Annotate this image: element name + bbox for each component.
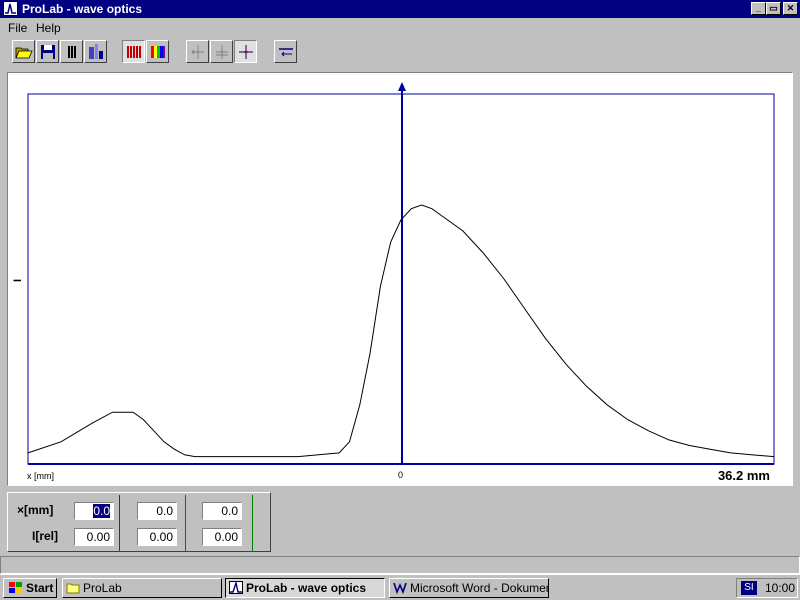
menu-file[interactable]: File bbox=[8, 21, 27, 35]
separator-3 bbox=[252, 495, 253, 551]
prolab-app-icon[interactable] bbox=[3, 1, 18, 16]
task-microsoft-word[interactable]: Microsoft Word - Dokument1 bbox=[389, 578, 549, 598]
task-prolab-folder[interactable]: ProLab bbox=[62, 578, 222, 598]
taskbar: Start ProLab ProLab - wave optics Micros… bbox=[0, 574, 800, 600]
i-value-cursor-3[interactable]: 0.00 bbox=[202, 528, 242, 546]
graph-panel[interactable]: I x [mm] 0 36.2 mm bbox=[7, 72, 793, 486]
restore-button[interactable]: ▭ bbox=[766, 2, 781, 15]
palette-color-button[interactable] bbox=[146, 40, 169, 63]
range-label: 36.2 mm bbox=[718, 468, 770, 483]
zero-label: 0 bbox=[398, 470, 403, 480]
window-title: ProLab - wave optics bbox=[22, 2, 143, 16]
cursor-left-icon bbox=[191, 45, 204, 59]
data-table-button[interactable] bbox=[60, 40, 83, 63]
system-tray: SI 10:00 bbox=[736, 578, 798, 598]
i-value-cursor-1[interactable]: 0.00 bbox=[74, 528, 114, 546]
y-axis-label: I bbox=[12, 279, 24, 282]
x-mm-label: ×[mm] bbox=[17, 503, 54, 517]
color-bars-icon bbox=[127, 46, 141, 58]
palette-mono-button[interactable] bbox=[122, 40, 145, 63]
prolab-icon bbox=[229, 581, 243, 594]
x-value-cursor-3[interactable]: 0.0 bbox=[202, 502, 242, 520]
start-button[interactable]: Start bbox=[3, 578, 57, 598]
y-axis-arrow bbox=[398, 82, 406, 91]
open-file-button[interactable] bbox=[12, 40, 35, 63]
separator-2 bbox=[185, 495, 186, 551]
rainbow-bars-icon bbox=[151, 46, 165, 58]
measure-icon bbox=[89, 44, 103, 59]
start-label: Start bbox=[26, 581, 54, 595]
close-button[interactable]: ✕ bbox=[783, 2, 798, 15]
columns-icon bbox=[68, 46, 76, 58]
cursor-readout-panel: ×[mm] I[rel] 0.0 0.00 0.0 0.00 0.0 0.00 bbox=[7, 492, 271, 552]
x-axis-label: x [mm] bbox=[27, 471, 54, 481]
folder-icon bbox=[66, 583, 80, 594]
title-bar: ProLab - wave optics _ ▭ ✕ bbox=[0, 0, 800, 18]
cursor-left-button[interactable] bbox=[186, 40, 209, 63]
separator-1 bbox=[119, 495, 120, 551]
x-value-cursor-2[interactable]: 0.0 bbox=[137, 502, 177, 520]
cursor-center-icon bbox=[216, 45, 228, 59]
cursor-right-button[interactable] bbox=[234, 40, 257, 63]
menu-bar: File Help bbox=[0, 18, 800, 37]
status-bar bbox=[0, 556, 800, 574]
language-indicator[interactable]: SI bbox=[741, 581, 757, 595]
toolbar bbox=[0, 37, 800, 68]
x-value-cursor-1[interactable]: 0.0 bbox=[74, 502, 114, 520]
folder-open-icon bbox=[15, 47, 33, 59]
i-rel-label: I[rel] bbox=[32, 529, 59, 543]
word-icon bbox=[393, 582, 407, 594]
cursor-right-icon bbox=[239, 45, 253, 59]
floppy-disk-icon bbox=[41, 45, 55, 59]
zero-arrow-icon bbox=[279, 48, 293, 57]
zero-reference-button[interactable] bbox=[274, 40, 297, 63]
menu-help[interactable]: Help bbox=[36, 21, 61, 35]
minimize-button[interactable]: _ bbox=[751, 2, 766, 15]
measure-button[interactable] bbox=[84, 40, 107, 63]
i-value-cursor-2[interactable]: 0.00 bbox=[137, 528, 177, 546]
windows-logo-icon bbox=[9, 582, 22, 593]
save-file-button[interactable] bbox=[36, 40, 59, 63]
intensity-graph[interactable]: I x [mm] 0 36.2 mm bbox=[8, 73, 792, 485]
clock[interactable]: 10:00 bbox=[765, 580, 795, 596]
task-prolab-wave-optics[interactable]: ProLab - wave optics bbox=[225, 578, 385, 598]
cursor-center-button[interactable] bbox=[210, 40, 233, 63]
